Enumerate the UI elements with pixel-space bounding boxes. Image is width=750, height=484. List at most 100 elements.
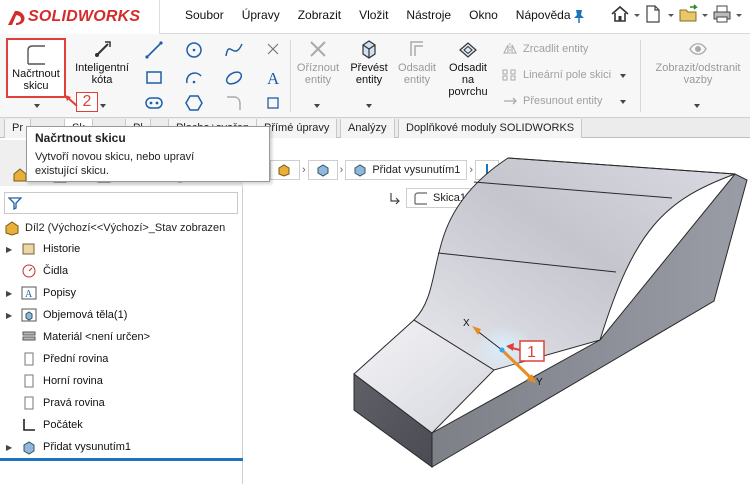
menu-tools[interactable]: Nástroje [406,8,451,22]
circle-icon[interactable] [184,40,206,60]
tree-filter-field[interactable] [4,192,238,214]
relations-icon [689,43,707,55]
tree-item-label: Počátek [43,419,83,431]
part-icon [5,221,19,236]
offset-on-surface-button[interactable]: Odsadit na povrchu [442,38,494,98]
print-button[interactable] [712,4,742,28]
annotations-icon: A [21,286,37,300]
fillet-icon[interactable] [224,94,246,112]
svg-text:A: A [267,69,280,88]
mirror-label: Zrcadlit entity [523,43,589,55]
extrude-icon [23,441,35,455]
convert-entities-button[interactable]: Převést entity [346,38,392,86]
home-button[interactable] [610,4,640,28]
sketch-icon [27,45,45,65]
menu-file[interactable]: Soubor [185,8,224,22]
offset-on-surface-icon [459,42,477,58]
open-button[interactable] [678,4,708,28]
callout-1-label: 1 [527,344,536,361]
tree-item-sensors[interactable]: Čidla [6,261,68,281]
relations-dropdown-caret[interactable] [694,104,700,111]
convert-label-line2: entity [355,74,383,86]
convert-dropdown-caret[interactable] [366,104,372,111]
smart-dimension-label-line2: kóta [91,74,113,86]
ellipse-icon[interactable] [224,68,246,88]
polygon-icon[interactable] [184,94,206,112]
tree-item-label: Pravá rovina [43,397,105,409]
menu-window[interactable]: Okno [469,8,498,22]
tree-item-label: Přidat vysunutím1 [43,441,132,453]
trim-label-line1: Oříznout [296,62,340,74]
tree-item-extrude[interactable]: ▶ Přidat vysunutím1 [6,437,131,457]
move-dropdown-caret[interactable] [620,100,626,107]
menu-view[interactable]: Zobrazit [298,8,341,22]
origin-icon [23,419,35,431]
convert-entities-icon [362,40,376,59]
tooltip-body-line2: existující skicu. [35,165,109,177]
dimension-dropdown-caret[interactable] [100,104,106,111]
expand-arrow-icon[interactable]: ▶ [6,289,16,298]
rectangle-icon[interactable] [144,68,166,88]
offset-label-line2: entity [403,74,431,86]
tree-item-label: Objemová těla(1) [43,309,128,321]
axis-y-label: Y [536,377,543,388]
spline-icon[interactable] [224,40,246,60]
move-entities-button[interactable]: Přesunout entity [502,94,603,108]
tree-item-origin[interactable]: Počátek [6,415,83,435]
trim-entities-button[interactable]: Oříznout entity [292,38,344,86]
sketch-button[interactable]: Načrtnout skicu [6,38,66,98]
logo-text: SOLIDWORKS [28,8,141,25]
tree-root-part[interactable]: Díl2 (Výchozí<<Výchozí>_Stav zobrazen [4,220,225,236]
expand-arrow-icon[interactable]: ▶ [6,443,16,452]
tab-addins[interactable]: Doplňkové moduly SOLIDWORKS [398,119,583,138]
mirror-icon [503,43,517,55]
tree-item-top-plane[interactable]: Horní rovina [6,371,103,391]
title-bar: SOLIDWORKS Soubor Úpravy Zobrazit Vložit… [0,0,750,34]
menu-edit[interactable]: Úpravy [242,8,280,22]
tree-item-right-plane[interactable]: Pravá rovina [6,393,105,413]
graphics-viewport[interactable]: X Y 1 [244,140,750,484]
pin-icon[interactable] [572,8,586,24]
home-icon [611,5,629,22]
expand-arrow-icon[interactable]: ▶ [6,311,16,320]
plane-tool-icon[interactable] [266,96,280,110]
mirror-entities-button[interactable]: Zrcadlit entity [502,42,588,56]
tree-item-solid-bodies[interactable]: ▶ Objemová těla(1) [6,305,127,325]
tree-item-label: Čidla [43,265,69,277]
relations-label-line2: vazby [683,74,713,86]
sensor-icon [22,264,36,278]
point-icon[interactable] [264,40,282,60]
tree-root-label: Díl2 (Výchozí<<Výchozí>_Stav zobrazen [25,222,226,234]
smart-dimension-button[interactable]: Inteligentní kóta [70,38,134,86]
menu-help[interactable]: Nápověda [516,8,571,22]
tab-analysis[interactable]: Analýzy [340,119,395,138]
plane-icon [24,374,34,388]
sketch-label-line1: Načrtnout [12,68,60,80]
svg-text:A: A [25,289,33,300]
solidworks-logo[interactable]: SOLIDWORKS [0,0,160,34]
callout-2-arrow [65,95,78,107]
offset-entities-button[interactable]: Odsadit entity [394,38,440,86]
tree-item-annotations[interactable]: ▶ A Popisy [6,283,76,303]
menu-insert[interactable]: Vložit [359,8,388,22]
linear-pattern-button[interactable]: Lineární pole skici [502,68,611,82]
pattern-dropdown-caret[interactable] [620,74,626,81]
trim-dropdown-caret[interactable] [314,104,320,111]
line-icon[interactable] [144,40,166,60]
text-icon[interactable]: A [264,68,282,88]
arc-icon[interactable] [184,68,206,88]
new-document-button[interactable] [644,4,674,28]
tree-item-material[interactable]: Materiál <není určen> [6,327,150,347]
rollback-bar[interactable] [0,458,243,461]
display-delete-relations-button[interactable]: Zobrazit/odstranit vazby [648,38,748,86]
sketch-label-line2: skicu [23,80,49,92]
history-icon [22,243,35,255]
expand-arrow-icon[interactable]: ▶ [6,245,16,254]
callout-2: 2 [76,92,98,112]
sketch-dropdown-caret[interactable] [34,104,40,111]
tree-item-history[interactable]: ▶ Historie [6,239,80,259]
slot-icon[interactable] [144,94,166,112]
offset-surface-label-line3: povrchu [448,86,488,98]
linear-pattern-label: Lineární pole skici [523,69,612,81]
tree-item-front-plane[interactable]: Přední rovina [6,349,108,369]
